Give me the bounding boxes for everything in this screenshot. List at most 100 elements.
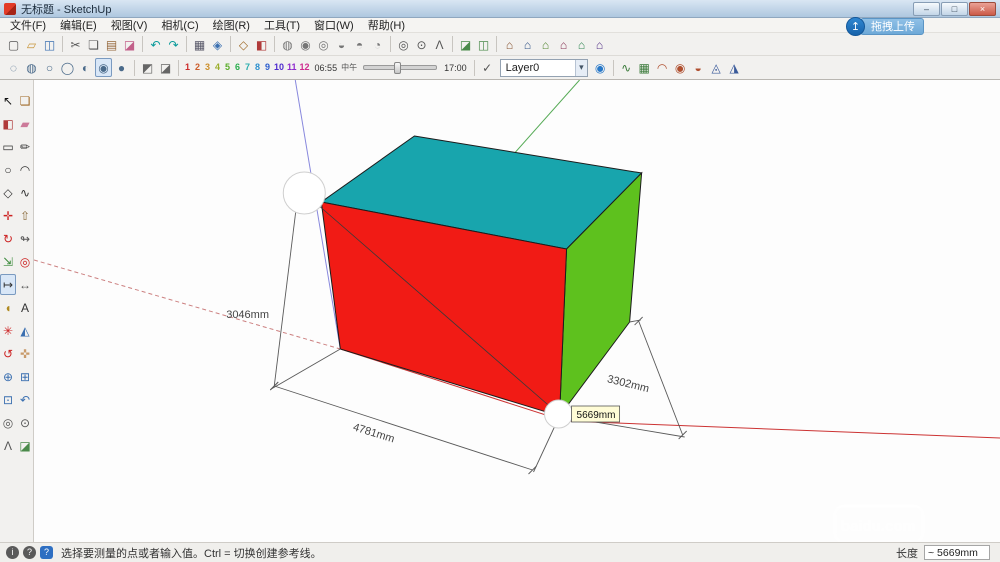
sandbox-from-contours-button[interactable]: ∿ <box>618 58 635 77</box>
cut-button[interactable]: ✂ <box>67 35 84 54</box>
solid-union-button[interactable]: ◉ <box>297 35 314 54</box>
shaded-button[interactable]: ◐ <box>77 58 94 77</box>
shadow-month-11[interactable]: 11 <box>286 60 298 75</box>
model-info-button[interactable]: ◈ <box>209 35 226 54</box>
follow-me-tool[interactable]: ↬ <box>17 228 33 249</box>
text-tool[interactable]: A <box>17 297 33 318</box>
sandbox-from-scratch-button[interactable]: ▦ <box>636 58 653 77</box>
solid-trim-button[interactable]: ◒ <box>333 35 350 54</box>
rectangle-tool[interactable]: ▭ <box>0 136 16 157</box>
look-around-button[interactable]: ⊙ <box>413 35 430 54</box>
sandbox-flip-edge-button[interactable]: ◮ <box>726 58 743 77</box>
save-button[interactable]: ◫ <box>41 35 58 54</box>
slider-thumb-icon[interactable] <box>394 62 402 74</box>
monochrome-button[interactable]: ● <box>113 58 130 77</box>
polygon-tool[interactable]: ◇ <box>0 182 16 203</box>
shadow-month-3[interactable]: 3 <box>203 60 212 75</box>
tape-measure-tool[interactable]: ↦ <box>0 274 16 295</box>
erase-button[interactable]: ◪ <box>121 35 138 54</box>
section-plane-tool[interactable]: ◪ <box>17 435 33 456</box>
menu-file[interactable]: 文件(F) <box>3 17 53 33</box>
drag-upload-button[interactable]: ↥ 拖拽上传 <box>846 17 924 36</box>
toolbar-separator[interactable] <box>186 36 187 52</box>
shadow-month-10[interactable]: 10 <box>273 60 285 75</box>
freehand-tool[interactable]: ∿ <box>17 182 33 203</box>
rotate-tool[interactable]: ↻ <box>0 228 16 249</box>
shadow-dialog-button[interactable]: ◩ <box>139 58 156 77</box>
menu-edit[interactable]: 编辑(E) <box>53 17 104 33</box>
select-tool[interactable]: ↖ <box>0 90 16 111</box>
menu-draw[interactable]: 绘图(R) <box>206 17 257 33</box>
geolocation-icon[interactable]: i <box>6 546 19 559</box>
shadow-month-2[interactable]: 2 <box>193 60 202 75</box>
solid-split-button[interactable]: ◔ <box>369 35 386 54</box>
zoom-window-tool[interactable]: ⊞ <box>17 366 33 387</box>
solid-intersect-button[interactable]: ◓ <box>351 35 368 54</box>
menu-help[interactable]: 帮助(H) <box>361 17 412 33</box>
menu-camera[interactable]: 相机(C) <box>154 17 205 33</box>
arc-tool[interactable]: ◠ <box>17 159 33 180</box>
sandbox-stamp-button[interactable]: ◉ <box>672 58 689 77</box>
paste-button[interactable]: ▤ <box>103 35 120 54</box>
toolbar-separator[interactable] <box>230 36 231 52</box>
shadow-month-8[interactable]: 8 <box>253 60 262 75</box>
credits-icon[interactable]: ? <box>23 546 36 559</box>
zoom-extents-tool[interactable]: ⊡ <box>0 389 16 410</box>
hidden-line-button[interactable]: ◯ <box>59 58 76 77</box>
new-file-button[interactable]: ▢ <box>5 35 22 54</box>
undo-button[interactable]: ↶ <box>147 35 164 54</box>
maximize-button[interactable]: □ <box>941 1 968 16</box>
iso-view-button[interactable]: ⌂ <box>501 35 518 54</box>
shadow-month-4[interactable]: 4 <box>213 60 222 75</box>
layer-dropdown[interactable]: Layer0 ▾ <box>499 58 588 77</box>
sandbox-drape-button[interactable]: ◒ <box>690 58 707 77</box>
menu-view[interactable]: 视图(V) <box>104 17 155 33</box>
toolbar-separator[interactable] <box>452 36 453 52</box>
back-view-button[interactable]: ⌂ <box>573 35 590 54</box>
toolbar-separator[interactable] <box>142 36 143 52</box>
toolbar-separator[interactable] <box>496 36 497 52</box>
copy-button[interactable]: ❏ <box>85 35 102 54</box>
shadow-toggle-button[interactable]: ◪ <box>157 58 174 77</box>
shadow-month-1[interactable]: 1 <box>183 60 192 75</box>
protractor-tool[interactable]: ◖ <box>0 297 16 318</box>
line-tool[interactable]: ✏ <box>17 136 33 157</box>
close-button[interactable]: × <box>969 1 996 16</box>
minimize-button[interactable]: – <box>913 1 940 16</box>
back-edges-button[interactable]: ◍ <box>23 58 40 77</box>
top-view-button[interactable]: ⌂ <box>519 35 536 54</box>
dimension-tool[interactable]: ↔ <box>17 274 33 295</box>
previous-view-tool[interactable]: ↶ <box>17 389 33 410</box>
walk-tool[interactable]: Λ <box>0 435 16 456</box>
right-view-button[interactable]: ⌂ <box>555 35 572 54</box>
eraser-tool[interactable]: ▰ <box>17 113 33 134</box>
pan-tool[interactable]: ✜ <box>17 343 33 364</box>
menu-window[interactable]: 窗口(W) <box>307 17 361 33</box>
redo-button[interactable]: ↷ <box>165 35 182 54</box>
position-camera-tool[interactable]: ◎ <box>0 412 16 433</box>
zoom-tool[interactable]: ⊕ <box>0 366 16 387</box>
solid-outer-shell-button[interactable]: ◍ <box>279 35 296 54</box>
circle-tool[interactable]: ○ <box>0 159 16 180</box>
push-pull-tool[interactable]: ⇧ <box>17 205 33 226</box>
front-view-button[interactable]: ⌂ <box>537 35 554 54</box>
paint-bucket-tool[interactable]: ◧ <box>0 113 16 134</box>
move-tool[interactable]: ✛ <box>0 205 16 226</box>
wireframe-button[interactable]: ○ <box>41 58 58 77</box>
open-file-button[interactable]: ▱ <box>23 35 40 54</box>
section-plane-button[interactable]: ◪ <box>457 35 474 54</box>
left-view-button[interactable]: ⌂ <box>591 35 608 54</box>
toolbar-separator[interactable] <box>62 36 63 52</box>
make-component-button[interactable]: ◇ <box>235 35 252 54</box>
shadow-month-9[interactable]: 9 <box>263 60 272 75</box>
shadow-month-12[interactable]: 12 <box>299 60 311 75</box>
paint-bucket-button[interactable]: ◧ <box>253 35 270 54</box>
offset-tool[interactable]: ◎ <box>17 251 33 272</box>
drawing-area[interactable]: 3046mm 4781mm 3302mm 5669mm baidu.com <box>34 80 1000 542</box>
help-badge-icon[interactable]: ? <box>40 546 53 559</box>
3d-text-tool[interactable]: ◭ <box>17 320 33 341</box>
look-around-tool[interactable]: ⊙ <box>17 412 33 433</box>
print-button[interactable]: ▦ <box>191 35 208 54</box>
position-camera-button[interactable]: ◎ <box>395 35 412 54</box>
orbit-tool[interactable]: ↺ <box>0 343 16 364</box>
